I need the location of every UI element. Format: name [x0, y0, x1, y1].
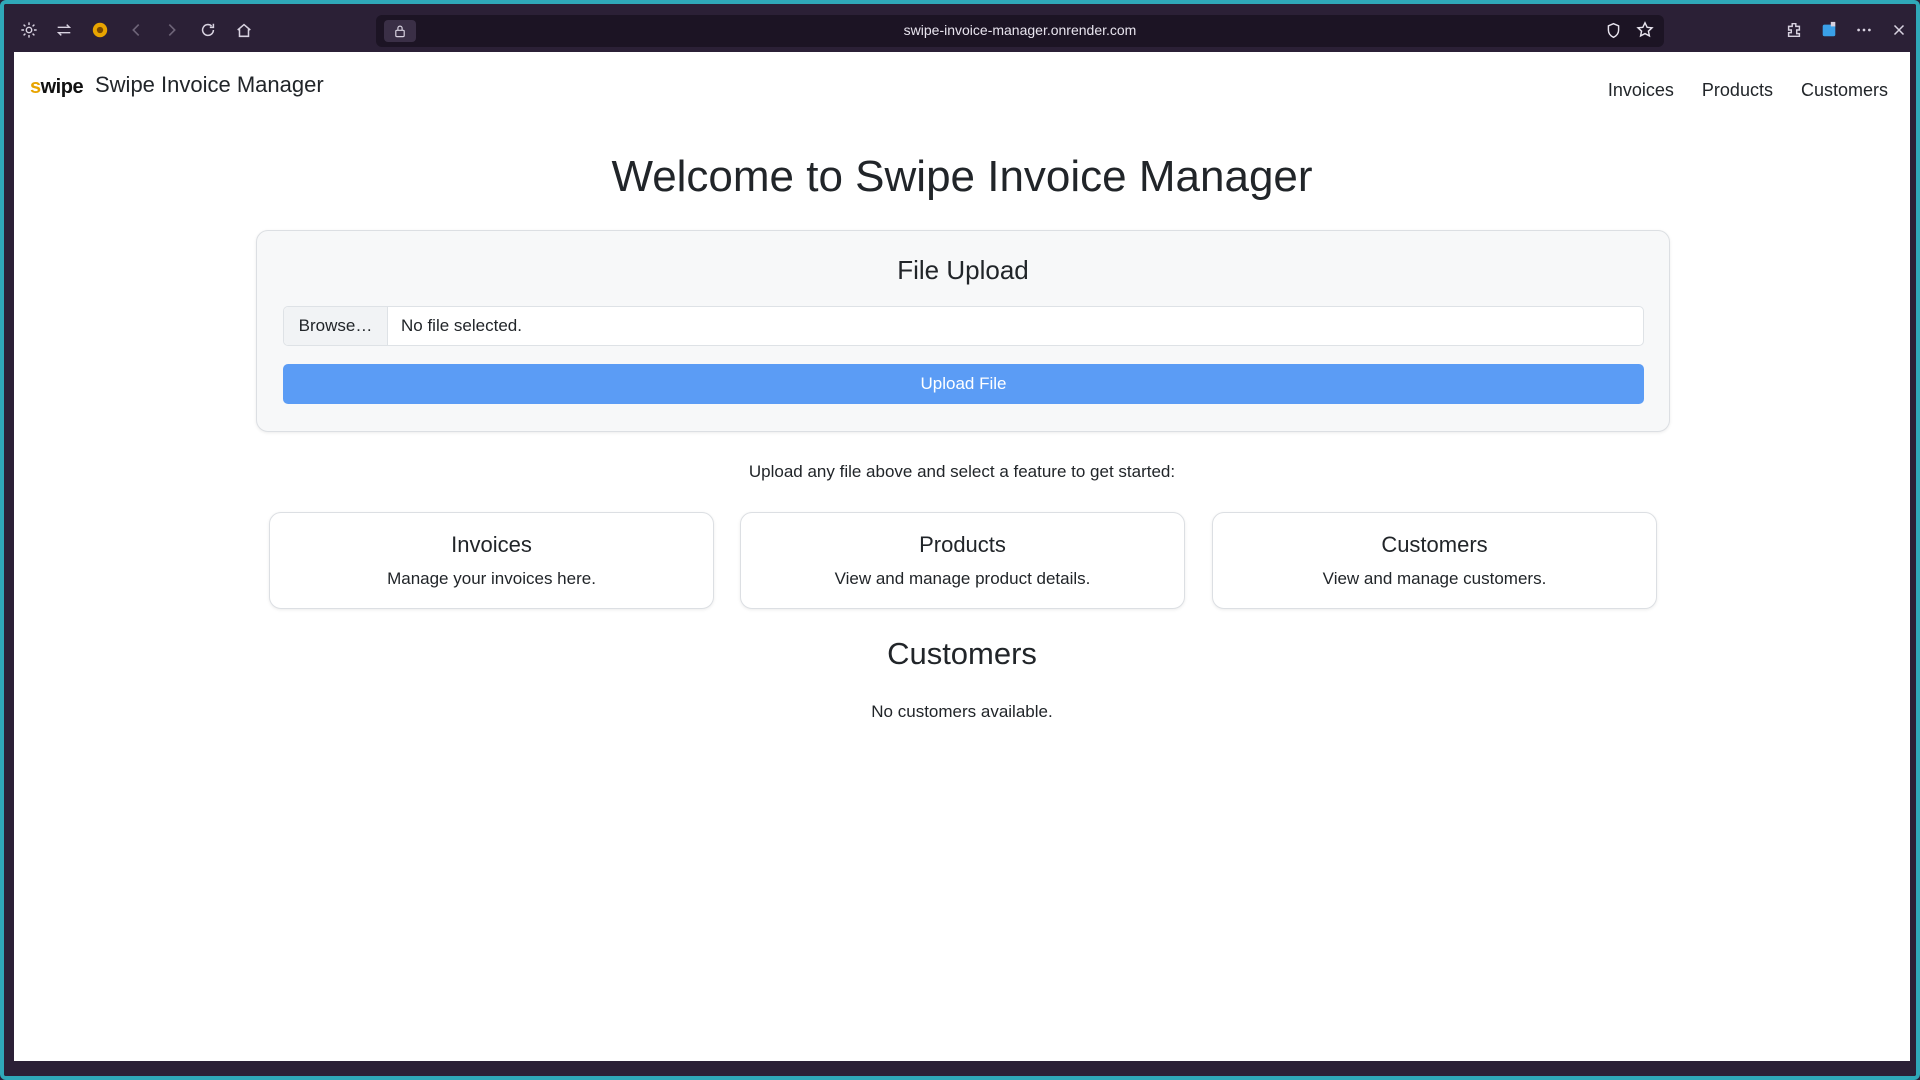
file-status-text: No file selected.	[401, 316, 522, 335]
nav-link-invoices[interactable]: Invoices	[1608, 80, 1674, 101]
browse-button[interactable]: Browse…	[284, 307, 388, 345]
feature-card-customers[interactable]: Customers View and manage customers.	[1212, 512, 1657, 609]
upload-file-button[interactable]: Upload File	[283, 364, 1644, 404]
browser-window: swipe-invoice-manager.onrender.com swipe…	[0, 0, 1920, 1080]
settings-icon[interactable]	[17, 18, 41, 42]
customers-section-title: Customers	[887, 636, 1037, 671]
file-upload-heading: File Upload	[897, 255, 1029, 285]
web-page: swipe Swipe Invoice Manager Invoices Pro…	[14, 52, 1910, 1069]
feature-card-description: Manage your invoices here.	[387, 569, 596, 588]
no-customers-message: No customers available.	[871, 702, 1053, 721]
extensions-puzzle-icon[interactable]	[1782, 18, 1806, 42]
welcome-heading: Welcome to Swipe Invoice Manager	[611, 152, 1313, 201]
nav-link-products[interactable]: Products	[1702, 80, 1773, 101]
address-bar[interactable]: swipe-invoice-manager.onrender.com	[376, 15, 1664, 47]
file-input[interactable]: Browse… No file selected.	[283, 306, 1644, 346]
extension-flower-icon[interactable]	[88, 18, 112, 42]
bookmark-star-icon[interactable]	[1636, 21, 1654, 43]
home-icon[interactable]	[232, 18, 256, 42]
swipe-logo[interactable]: swipe	[30, 76, 84, 99]
back-icon[interactable]	[124, 18, 148, 42]
window-bottom-border	[4, 1061, 1916, 1076]
feature-card-title: Customers	[1381, 532, 1488, 557]
feature-card-title: Invoices	[451, 532, 532, 557]
app-title[interactable]: Swipe Invoice Manager	[95, 72, 324, 98]
reload-icon[interactable]	[196, 18, 220, 42]
forward-icon[interactable]	[160, 18, 184, 42]
nav-links: Invoices Products Customers	[1608, 80, 1888, 101]
feature-card-title: Products	[919, 532, 1006, 557]
app-navbar: swipe Swipe Invoice Manager Invoices Pro…	[14, 52, 1910, 122]
tracking-shield-icon[interactable]	[1605, 22, 1622, 43]
menu-more-icon[interactable]	[1852, 18, 1876, 42]
sync-icon[interactable]	[52, 18, 76, 42]
account-extension-icon[interactable]	[1817, 18, 1841, 42]
feature-card-products[interactable]: Products View and manage product details…	[740, 512, 1185, 609]
file-upload-card: File Upload Browse… No file selected. Up…	[256, 230, 1670, 432]
feature-card-invoices[interactable]: Invoices Manage your invoices here.	[269, 512, 714, 609]
url-text[interactable]: swipe-invoice-manager.onrender.com	[376, 22, 1664, 38]
get-started-hint: Upload any file above and select a featu…	[748, 462, 1176, 481]
feature-card-description: View and manage product details.	[834, 569, 1091, 588]
browser-toolbar: swipe-invoice-manager.onrender.com	[4, 4, 1916, 56]
close-window-icon[interactable]	[1887, 18, 1911, 42]
feature-card-description: View and manage customers.	[1322, 569, 1547, 588]
nav-link-customers[interactable]: Customers	[1801, 80, 1888, 101]
